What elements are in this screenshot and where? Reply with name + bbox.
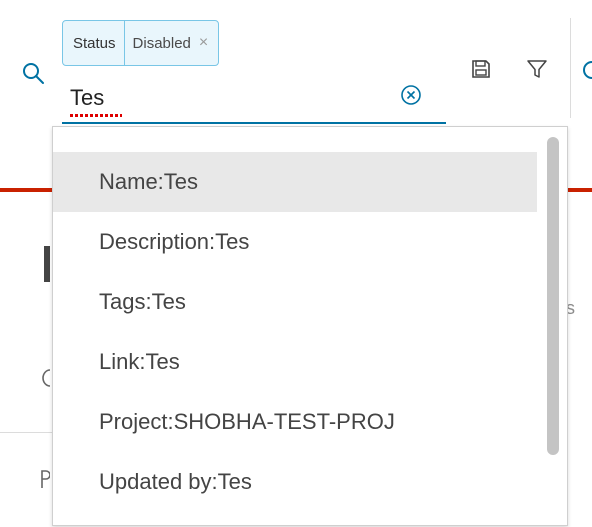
suggestion-label: Updated by:Tes: [99, 469, 252, 494]
header-accent-bar: [0, 188, 52, 192]
toolbar-divider: [570, 18, 571, 118]
obscured-text-fragment-c: [42, 369, 50, 387]
suggestion-label: Name:Tes: [99, 169, 199, 194]
suggestion-item[interactable]: Tags:Tes: [53, 272, 537, 332]
chip-remove-icon[interactable]: ×: [197, 21, 218, 65]
search-suggestions-dropdown: Name:Tes Description:Tes Tags:Tes Link:T…: [52, 126, 568, 526]
filter-chip-value: Disabled: [132, 34, 191, 52]
search-input-underline: [62, 122, 446, 124]
suggestion-item[interactable]: Project:SHOBHA-TEST-PROJ: [53, 392, 537, 452]
obscured-heading-glyph: [44, 246, 50, 282]
obscured-text-fragment-p: [41, 470, 50, 488]
suggestion-label: Tags:Tes: [99, 289, 186, 314]
suggestion-item[interactable]: Updated by:Tes: [53, 452, 537, 512]
suggestion-item[interactable]: Link:Tes: [53, 332, 537, 392]
search-icon[interactable]: [22, 62, 46, 86]
suggestion-label: Link:Tes: [99, 349, 180, 374]
search-input[interactable]: [62, 80, 370, 116]
filter-icon[interactable]: [526, 58, 548, 80]
suggestion-item[interactable]: Name:Tes: [53, 152, 537, 212]
filter-chip[interactable]: Status Disabled ×: [62, 20, 220, 66]
suggestion-item[interactable]: Description:Tes: [53, 212, 537, 272]
spellcheck-underline: [70, 114, 122, 117]
dropdown-scrollbar-thumb[interactable]: [547, 137, 559, 455]
partial-search-icon[interactable]: [580, 58, 592, 82]
filter-chip-key: Status: [63, 21, 125, 65]
row-divider: [0, 432, 52, 433]
save-icon[interactable]: [470, 58, 492, 80]
suggestion-label: Description:Tes: [99, 229, 250, 254]
clear-input-icon[interactable]: [400, 84, 422, 106]
suggestion-label: Project:SHOBHA-TEST-PROJ: [99, 409, 395, 434]
